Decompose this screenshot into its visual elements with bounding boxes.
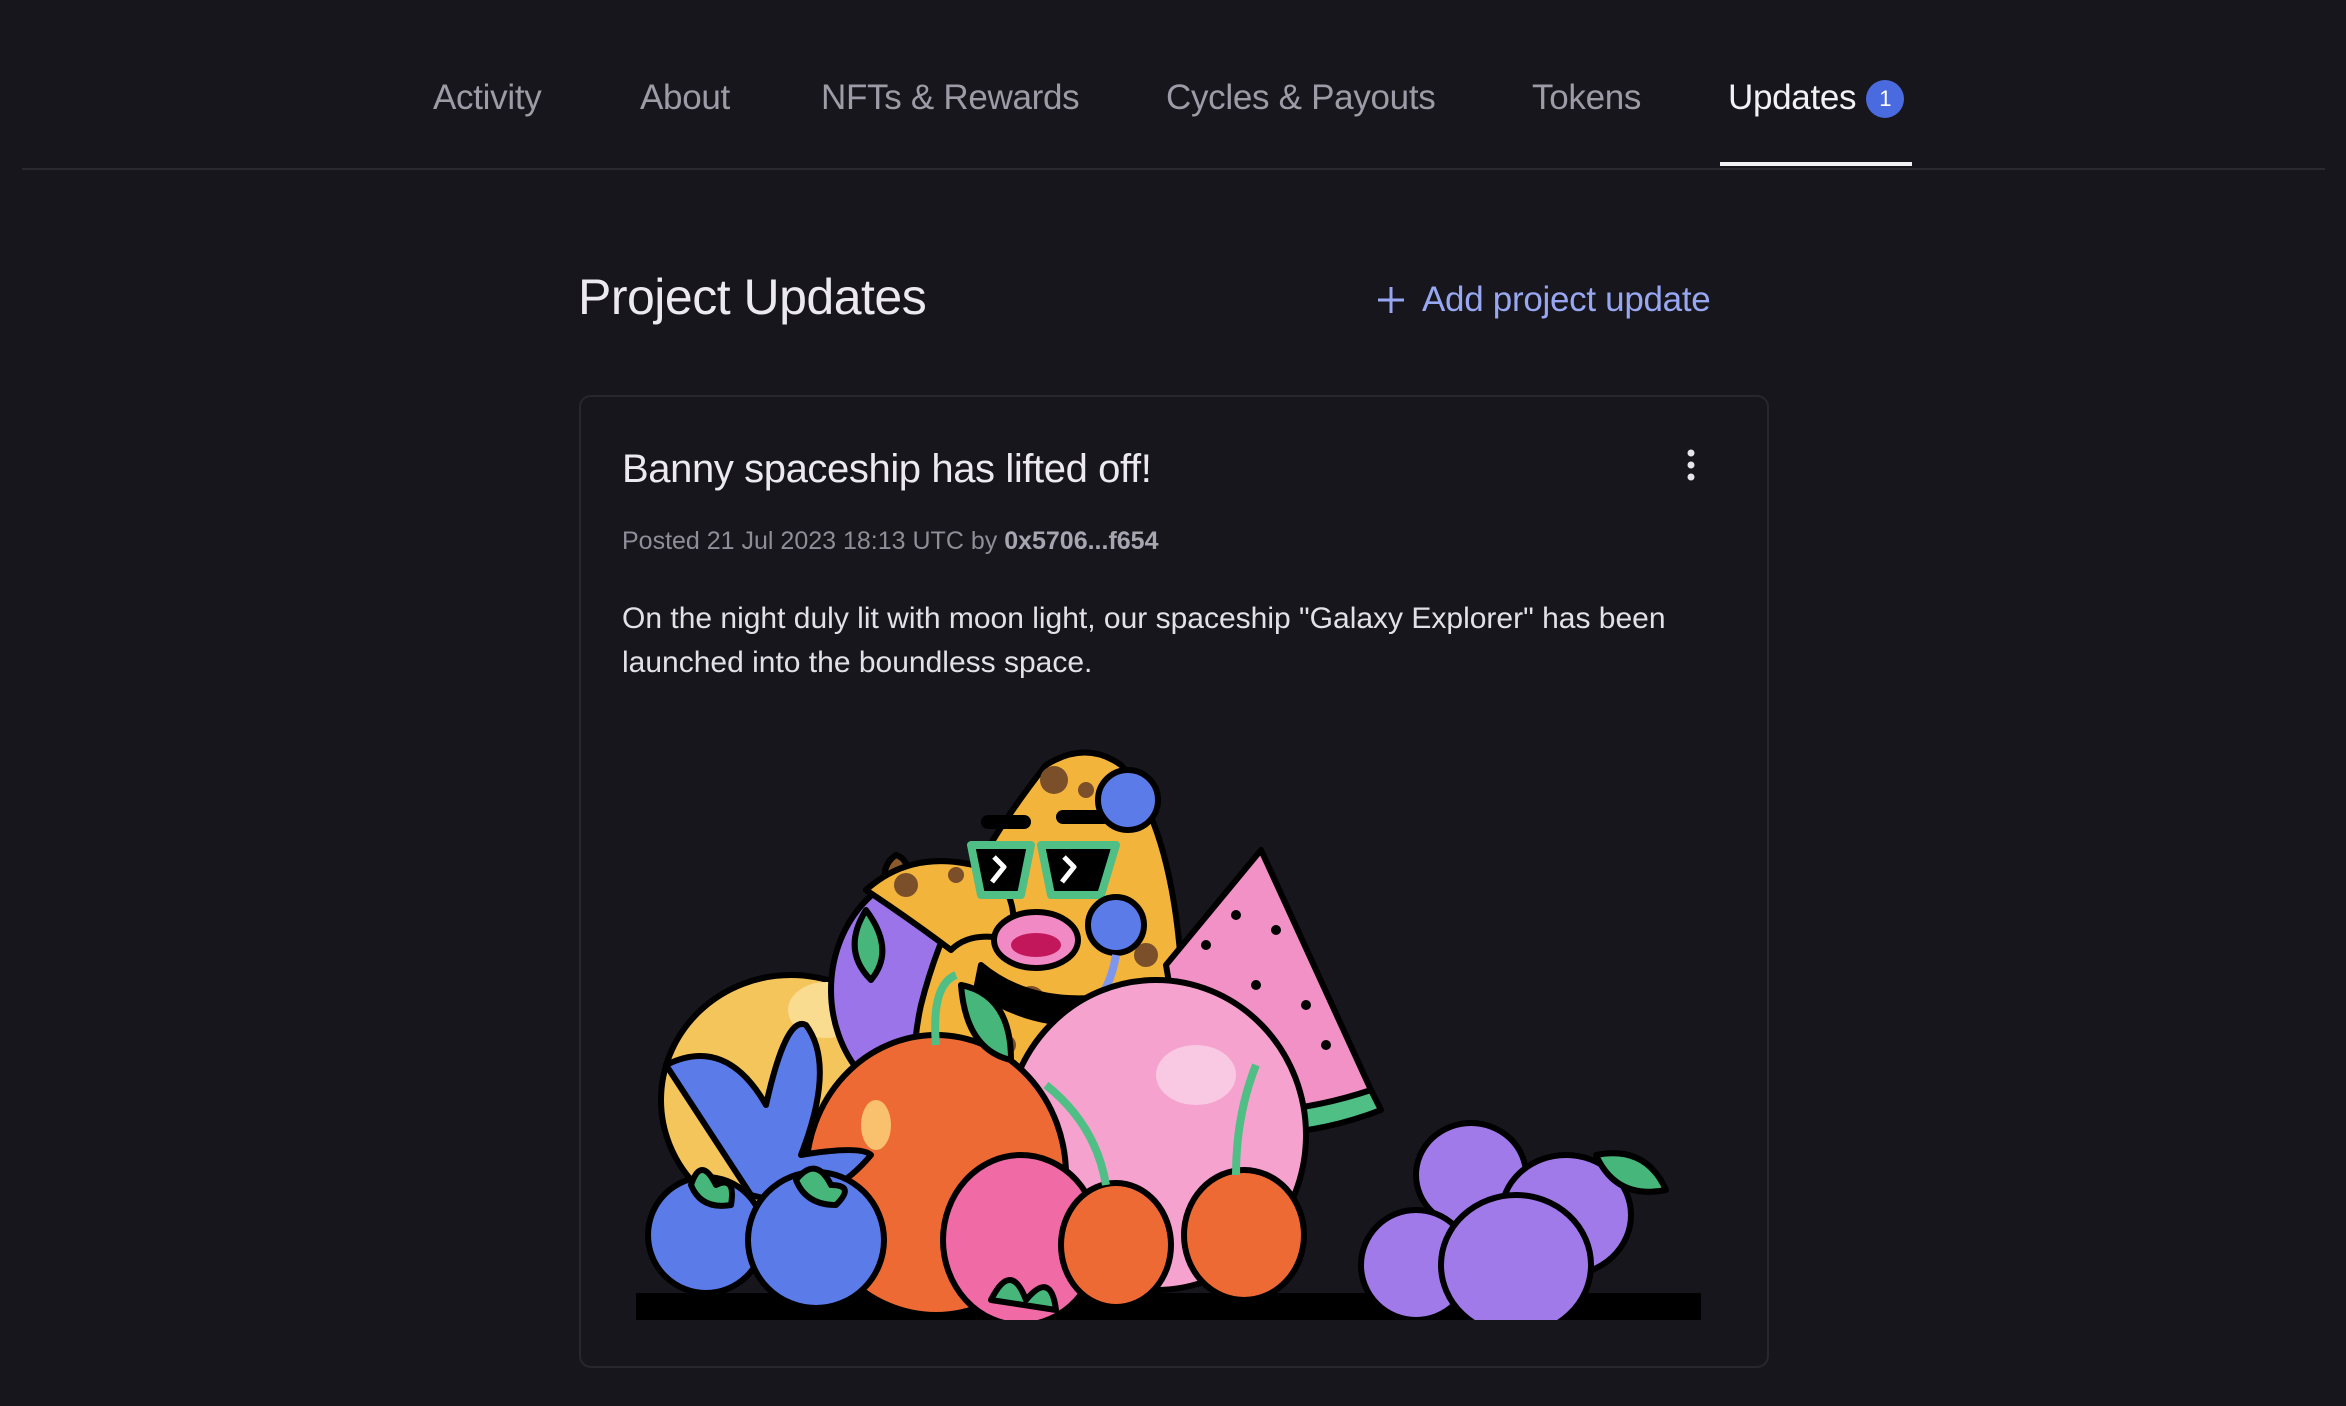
page-title: Project Updates	[578, 269, 927, 325]
tab-about[interactable]: About	[640, 78, 730, 118]
banny-fruit-illustration	[636, 749, 1701, 1320]
add-project-update-button[interactable]: Add project update	[1376, 280, 1711, 320]
author-address[interactable]: 0x5706...f654	[1004, 527, 1158, 555]
tab-bar: Activity About NFTs & Rewards Cycles & P…	[22, 0, 2325, 170]
plus-icon	[1378, 287, 1404, 313]
update-card: Banny spaceship has lifted off! Posted 2…	[579, 395, 1769, 1368]
update-meta: Posted 21 Jul 2023 18:13 UTC by 0x5706..…	[622, 527, 1158, 556]
tab-tokens[interactable]: Tokens	[1532, 78, 1641, 118]
updates-count-badge: 1	[1866, 80, 1905, 118]
update-title: Banny spaceship has lifted off!	[622, 447, 1152, 491]
tab-activity[interactable]: Activity	[433, 78, 542, 118]
update-image	[636, 745, 1701, 1320]
tab-nfts-rewards[interactable]: NFTs & Rewards	[821, 78, 1080, 118]
posted-date: Posted 21 Jul 2023 18:13 UTC by	[622, 527, 998, 555]
kebab-menu-icon[interactable]	[1681, 449, 1701, 485]
tab-updates-label: Updates	[1728, 78, 1857, 117]
update-body: On the night duly lit with moon light, o…	[622, 602, 1666, 679]
active-tab-indicator	[1720, 162, 1913, 166]
add-project-update-label: Add project update	[1422, 280, 1711, 319]
tab-updates[interactable]: Updates 1	[1720, 78, 1913, 166]
tab-cycles-payouts[interactable]: Cycles & Payouts	[1166, 78, 1436, 118]
